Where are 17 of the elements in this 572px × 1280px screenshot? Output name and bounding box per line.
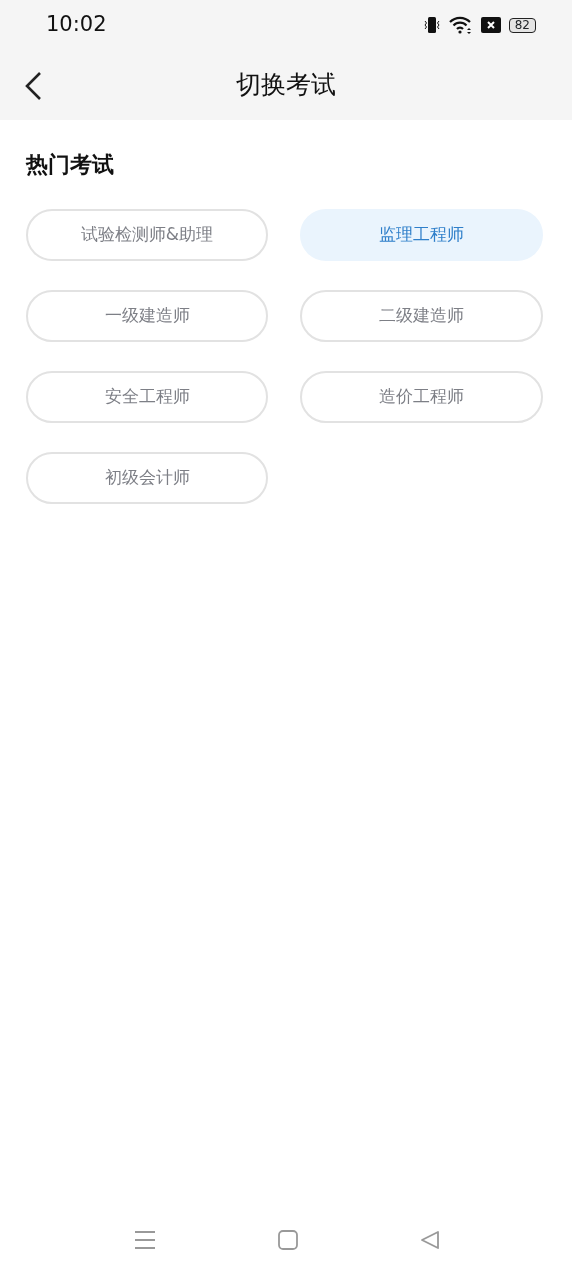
battery-level: 82 (508, 17, 536, 33)
back-icon[interactable] (420, 1230, 440, 1250)
exam-option[interactable]: 安全工程师 (26, 371, 268, 423)
exam-option[interactable]: 造价工程师 (300, 371, 543, 423)
exam-option[interactable]: 初级会计师 (26, 452, 268, 504)
menu-icon[interactable] (134, 1229, 156, 1251)
exam-option[interactable]: 监理工程师 (300, 209, 543, 261)
home-icon[interactable] (278, 1230, 298, 1250)
exam-option[interactable]: 试验检测师&助理 (26, 209, 268, 261)
status-time: 10:02 (46, 11, 107, 39)
exam-option[interactable]: 一级建造师 (26, 290, 268, 342)
page-title: 切换考试 (236, 69, 336, 102)
section-title: 热门考试 (26, 151, 114, 179)
vibrate-icon (422, 16, 441, 34)
exam-option[interactable]: 二级建造师 (300, 290, 543, 342)
wifi-icon (448, 16, 473, 34)
no-sim-icon (480, 17, 501, 33)
